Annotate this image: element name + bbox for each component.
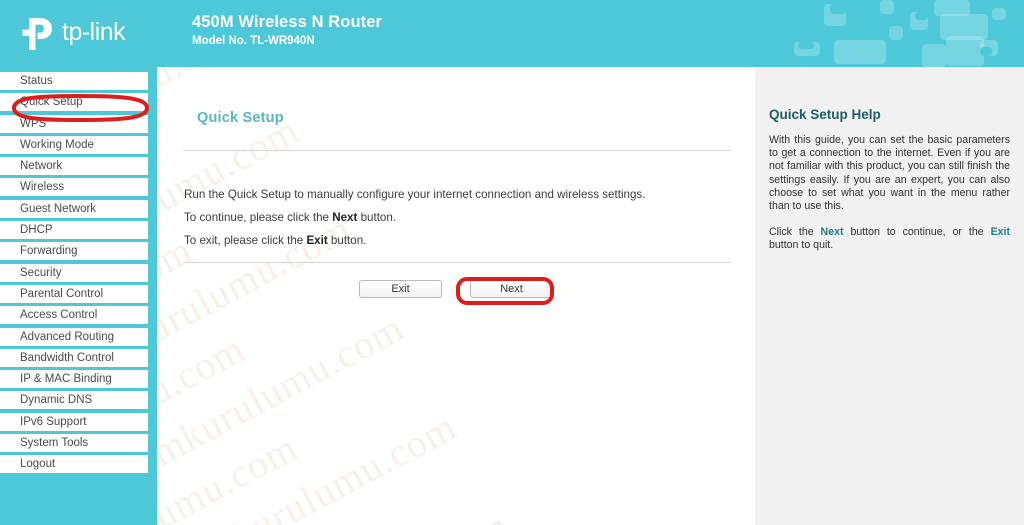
sidebar-item-label: Working Mode bbox=[20, 138, 94, 151]
tplink-logo: tp-link bbox=[20, 14, 160, 54]
help-panel: Quick Setup Help With this guide, you ca… bbox=[755, 67, 1024, 525]
sidebar-item-ip-mac-binding[interactable]: IP & MAC Binding bbox=[0, 370, 148, 389]
sidebar-item-label: Network bbox=[20, 160, 63, 173]
help-text-pre: Click the bbox=[769, 226, 821, 239]
sidebar-item-label: Parental Control bbox=[20, 287, 104, 300]
divider-top bbox=[183, 150, 731, 151]
sidebar-item-network[interactable]: Network bbox=[0, 157, 148, 176]
continue-text-post: button. bbox=[357, 211, 397, 224]
main-content: Quick Setup Run the Quick Setup to manua… bbox=[157, 67, 755, 525]
help-paragraph-1: With this guide, you can set the basic p… bbox=[769, 134, 1010, 213]
help-exit-keyword: Exit bbox=[990, 226, 1010, 239]
sidebar-item-label: Quick Setup bbox=[20, 96, 83, 109]
tplink-p-mark-icon bbox=[22, 18, 52, 50]
page-header: tp-link 450M Wireless N Router Model No.… bbox=[0, 0, 1024, 67]
logo-wordmark: tp-link bbox=[62, 18, 126, 46]
button-row: Exit Next bbox=[157, 280, 755, 298]
router-model-number: Model No. TL-WR940N bbox=[192, 35, 315, 47]
exit-text-post: button. bbox=[327, 234, 367, 247]
exit-instruction: To exit, please click the Exit button. bbox=[184, 234, 366, 247]
sidebar-item-security[interactable]: Security bbox=[0, 263, 148, 282]
sidebar-item-dhcp[interactable]: DHCP bbox=[0, 221, 148, 240]
sidebar-item-working-mode[interactable]: Working Mode bbox=[0, 135, 148, 154]
continue-next-keyword: Next bbox=[332, 211, 358, 224]
sidebar-item-label: Logout bbox=[20, 458, 56, 471]
sidebar-item-label: IP & MAC Binding bbox=[20, 373, 112, 386]
help-text-mid: button to continue, or the bbox=[843, 226, 991, 239]
next-button[interactable]: Next bbox=[470, 280, 553, 298]
sidebar-item-label: Access Control bbox=[20, 309, 98, 322]
exit-text-pre: To exit, please click the bbox=[184, 234, 307, 247]
sidebar-item-label: Wireless bbox=[20, 181, 65, 194]
exit-button[interactable]: Exit bbox=[359, 280, 442, 298]
help-next-keyword: Next bbox=[820, 226, 844, 239]
router-model-title: 450M Wireless N Router bbox=[192, 13, 383, 31]
sidebar-item-label: Security bbox=[20, 266, 62, 279]
sidebar-item-label: Guest Network bbox=[20, 202, 97, 215]
sidebar-item-status[interactable]: Status bbox=[0, 72, 148, 90]
continue-instruction: To continue, please click the Next butto… bbox=[184, 211, 396, 224]
exit-keyword: Exit bbox=[306, 234, 328, 247]
sidebar-menu: Status Quick Setup WPS Working Mode Netw… bbox=[0, 72, 148, 477]
help-panel-title: Quick Setup Help bbox=[769, 107, 881, 122]
sidebar-item-label: Forwarding bbox=[20, 245, 78, 258]
sidebar-item-label: WPS bbox=[20, 117, 47, 130]
sidebar-item-label: System Tools bbox=[20, 437, 89, 450]
sidebar-item-label: Dynamic DNS bbox=[20, 394, 93, 407]
sidebar-item-quick-setup[interactable]: Quick Setup bbox=[0, 93, 148, 112]
sidebar-item-bandwidth-control[interactable]: Bandwidth Control bbox=[0, 348, 148, 367]
sidebar-item-label: DHCP bbox=[20, 224, 53, 237]
help-paragraph-2: Click the Next button to continue, or th… bbox=[769, 226, 1010, 252]
sidebar-item-wireless[interactable]: Wireless bbox=[0, 178, 148, 197]
router-admin-page: www.modemkurulumu.com www.modemkurulumu.… bbox=[0, 0, 1024, 525]
sidebar-nav: Status Quick Setup WPS Working Mode Netw… bbox=[0, 67, 157, 525]
sidebar-item-system-tools[interactable]: System Tools bbox=[0, 434, 148, 453]
sidebar-item-label: Status bbox=[20, 75, 53, 87]
sidebar-item-logout[interactable]: Logout bbox=[0, 455, 148, 474]
sidebar-item-label: Bandwidth Control bbox=[20, 351, 114, 364]
page-title: Quick Setup bbox=[197, 110, 284, 126]
sidebar-item-ipv6-support[interactable]: IPv6 Support bbox=[0, 412, 148, 431]
header-decoration bbox=[794, 0, 1024, 67]
continue-text-pre: To continue, please click the bbox=[184, 211, 333, 224]
sidebar-item-access-control[interactable]: Access Control bbox=[0, 306, 148, 325]
sidebar-item-advanced-routing[interactable]: Advanced Routing bbox=[0, 327, 148, 346]
sidebar-item-guest-network[interactable]: Guest Network bbox=[0, 199, 148, 218]
divider-bottom bbox=[183, 262, 731, 263]
help-text-post: button to quit. bbox=[769, 239, 834, 252]
sidebar-item-wps[interactable]: WPS bbox=[0, 114, 148, 133]
sidebar-item-forwarding[interactable]: Forwarding bbox=[0, 242, 148, 261]
sidebar-item-parental-control[interactable]: Parental Control bbox=[0, 284, 148, 303]
sidebar-item-label: Advanced Routing bbox=[20, 330, 114, 343]
intro-paragraph: Run the Quick Setup to manually configur… bbox=[184, 188, 646, 201]
sidebar-item-dynamic-dns[interactable]: Dynamic DNS bbox=[0, 391, 148, 410]
sidebar-item-label: IPv6 Support bbox=[20, 415, 87, 428]
